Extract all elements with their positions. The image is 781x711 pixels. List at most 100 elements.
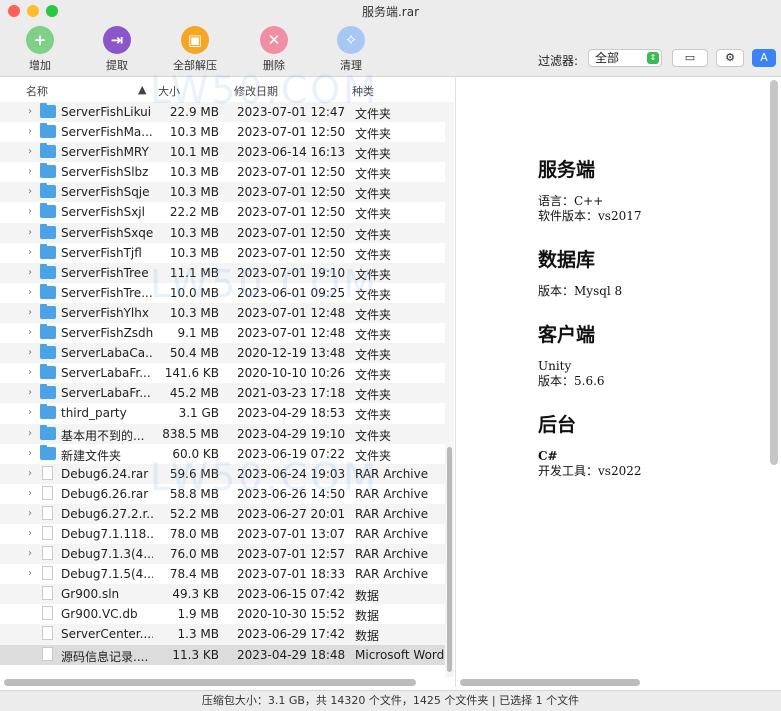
table-row[interactable]: › ServerFishSlbz 10.3 MB 2023-07-01 12:5…: [0, 162, 445, 182]
expand-chevron-icon[interactable]: ›: [28, 548, 32, 559]
expand-chevron-icon[interactable]: ›: [28, 508, 32, 519]
file-size: 10.3 MB: [169, 125, 219, 140]
table-row[interactable]: › ServerFishSxjl 22.2 MB 2023-07-01 12:5…: [0, 202, 445, 222]
table-row[interactable]: › ServerLabaFr... 141.6 KB 2020-10-10 10…: [0, 363, 445, 383]
extract-button[interactable]: ⇥ 提取: [89, 26, 145, 73]
expand-chevron-icon[interactable]: ›: [28, 247, 32, 258]
table-row[interactable]: › ServerLabaFr... 45.2 MB 2021-03-23 17:…: [0, 383, 445, 404]
table-row[interactable]: ServerCenter.... 1.3 MB 2023-06-29 17:42…: [0, 624, 445, 645]
file-size: 10.3 MB: [169, 185, 219, 200]
expand-chevron-icon[interactable]: ›: [28, 146, 32, 157]
expand-chevron-icon[interactable]: ›: [28, 407, 32, 418]
table-row[interactable]: › ServerFishSxqe 10.3 MB 2023-07-01 12:5…: [0, 222, 445, 243]
file-name: Debug6.24.rar: [61, 466, 149, 481]
expand-chevron-icon[interactable]: ›: [28, 428, 32, 439]
file-size: 78.4 MB: [169, 567, 219, 582]
expand-chevron-icon[interactable]: ›: [28, 528, 32, 539]
table-row[interactable]: › Debug6.24.rar 59.6 MB 2023-06-24 19:03…: [0, 463, 445, 484]
expand-chevron-icon[interactable]: ›: [28, 488, 32, 499]
table-row[interactable]: › ServerFishSqje 10.3 MB 2023-07-01 12:5…: [0, 182, 445, 203]
list-scrollbar[interactable]: [445, 102, 454, 677]
table-row[interactable]: Gr900.VC.db 1.9 MB 2020-10-30 15:52 数据: [0, 604, 445, 624]
expand-chevron-icon[interactable]: ›: [28, 468, 32, 479]
app-store-button[interactable]: A: [752, 49, 776, 67]
pane-divider[interactable]: [455, 77, 456, 687]
expand-chevron-icon[interactable]: ›: [28, 106, 32, 117]
expand-chevron-icon[interactable]: ›: [28, 227, 32, 238]
table-row[interactable]: › ServerFishYlhx 10.3 MB 2023-07-01 12:4…: [0, 302, 445, 324]
add-button[interactable]: + 增加: [12, 26, 68, 73]
list-scroll-thumb[interactable]: [447, 447, 452, 672]
table-row[interactable]: › ServerFishMa... 10.3 MB 2023-07-01 12:…: [0, 122, 445, 142]
expand-chevron-icon[interactable]: ›: [28, 327, 32, 338]
file-kind: 文件夹: [355, 247, 392, 262]
expand-chevron-icon[interactable]: ›: [28, 166, 32, 177]
table-row[interactable]: Gr900.sln 49.3 KB 2023-06-15 07:42 数据: [0, 584, 445, 605]
table-row[interactable]: › 基本用不到的... 838.5 MB 2023-04-29 19:10 文件…: [0, 423, 445, 444]
file-name: ServerFishMRY: [61, 145, 149, 160]
table-row[interactable]: › Debug6.26.rar 58.8 MB 2023-06-26 14:50…: [0, 484, 445, 504]
expand-chevron-icon[interactable]: ›: [28, 387, 32, 398]
toolbar: + 增加 ⇥ 提取 ▣ 全部解压 ✕ 删除 ✧ 清理: [0, 22, 781, 77]
expand-chevron-icon[interactable]: ›: [28, 568, 32, 579]
delete-button[interactable]: ✕ 删除: [246, 26, 302, 73]
expand-chevron-icon[interactable]: ›: [28, 367, 32, 378]
file-icon: [42, 626, 53, 641]
expand-chevron-icon[interactable]: ›: [28, 287, 32, 298]
section-title: 客户端: [538, 324, 596, 346]
expand-chevron-icon[interactable]: ›: [28, 206, 32, 217]
folder-icon: [40, 344, 56, 360]
archive-file-icon: [42, 566, 53, 581]
file-kind: 文件夹: [355, 267, 392, 282]
toggle-preview-button[interactable]: ▭: [672, 49, 708, 67]
file-size: 52.2 MB: [169, 506, 219, 521]
file-kind: 文件夹: [355, 167, 392, 182]
expand-chevron-icon[interactable]: ›: [28, 186, 32, 197]
table-row[interactable]: › ServerFishTjfl 10.3 MB 2023-07-01 12:5…: [0, 243, 445, 263]
table-row[interactable]: › ServerFishTree 11.1 MB 2023-07-01 19:1…: [0, 262, 445, 283]
file-kind: 文件夹: [355, 307, 392, 322]
settings-button[interactable]: ⚙: [716, 49, 744, 67]
list-horizontal-scrollbar[interactable]: [4, 679, 416, 686]
expand-chevron-icon[interactable]: ›: [28, 307, 32, 318]
file-name: Debug6.26.rar: [61, 486, 149, 501]
expand-chevron-icon[interactable]: ›: [28, 347, 32, 358]
file-list: › ServerFishLikui 22.9 MB 2023-07-01 12:…: [0, 102, 445, 665]
col-name[interactable]: 名称: [26, 83, 48, 99]
extract-all-button[interactable]: ▣ 全部解压: [167, 26, 223, 73]
table-row[interactable]: › ServerFishTre... 10.0 MB 2023-06-01 09…: [0, 283, 445, 303]
col-date[interactable]: 修改日期: [234, 83, 278, 99]
preview-line: 开发工具：vs2022: [538, 464, 642, 478]
table-row[interactable]: › Debug7.1.118.... 78.0 MB 2023-07-01 13…: [0, 524, 445, 544]
expand-chevron-icon[interactable]: ›: [28, 267, 32, 278]
preview-line: 版本：Mysql 8: [538, 284, 623, 298]
table-row[interactable]: › Debug7.1.5(4... 78.4 MB 2023-07-01 18:…: [0, 564, 445, 584]
preview-section-client: 客户端 Unity 版本：5.6.6: [538, 320, 758, 389]
extract-all-label: 全部解压: [173, 59, 217, 72]
file-size: 10.1 MB: [169, 145, 219, 160]
table-row[interactable]: 源码信息记录.... 11.3 KB 2023-04-29 18:48 Micr…: [0, 644, 445, 665]
file-size: 141.6 KB: [164, 366, 219, 381]
table-row[interactable]: › Debug6.27.2.r... 52.2 MB 2023-06-27 20…: [0, 503, 445, 524]
folder-icon: [40, 263, 56, 279]
table-row[interactable]: › ServerFishLikui 22.9 MB 2023-07-01 12:…: [0, 102, 445, 123]
filter-select[interactable]: 全部 ⇕: [588, 49, 662, 67]
folder-icon: [40, 384, 56, 400]
file-size: 1.3 MB: [177, 627, 219, 642]
clean-button[interactable]: ✧ 清理: [323, 26, 379, 73]
col-kind[interactable]: 种类: [352, 83, 374, 99]
table-row[interactable]: › third_party 3.1 GB 2023-04-29 18:53 文件…: [0, 403, 445, 423]
col-size[interactable]: 大小: [158, 83, 180, 99]
file-date: 2020-10-30 15:52: [237, 607, 346, 622]
preview-scrollbar[interactable]: [770, 80, 778, 465]
table-row[interactable]: › ServerFishZsdh 9.1 MB 2023-07-01 12:48…: [0, 323, 445, 343]
file-date: 2023-07-01 12:50: [237, 165, 346, 180]
table-row[interactable]: › ServerFishMRY 10.1 MB 2023-06-14 16:13…: [0, 142, 445, 163]
clean-label: 清理: [340, 59, 362, 72]
preview-horizontal-scrollbar[interactable]: [460, 679, 640, 686]
table-row[interactable]: › 新建文件夹 60.0 KB 2023-06-19 07:22 文件夹: [0, 444, 445, 464]
expand-chevron-icon[interactable]: ›: [28, 126, 32, 137]
expand-chevron-icon[interactable]: ›: [28, 448, 32, 459]
table-row[interactable]: › Debug7.1.3(4... 76.0 MB 2023-07-01 12:…: [0, 544, 445, 565]
table-row[interactable]: › ServerLabaCa... 50.4 MB 2020-12-19 13:…: [0, 343, 445, 364]
